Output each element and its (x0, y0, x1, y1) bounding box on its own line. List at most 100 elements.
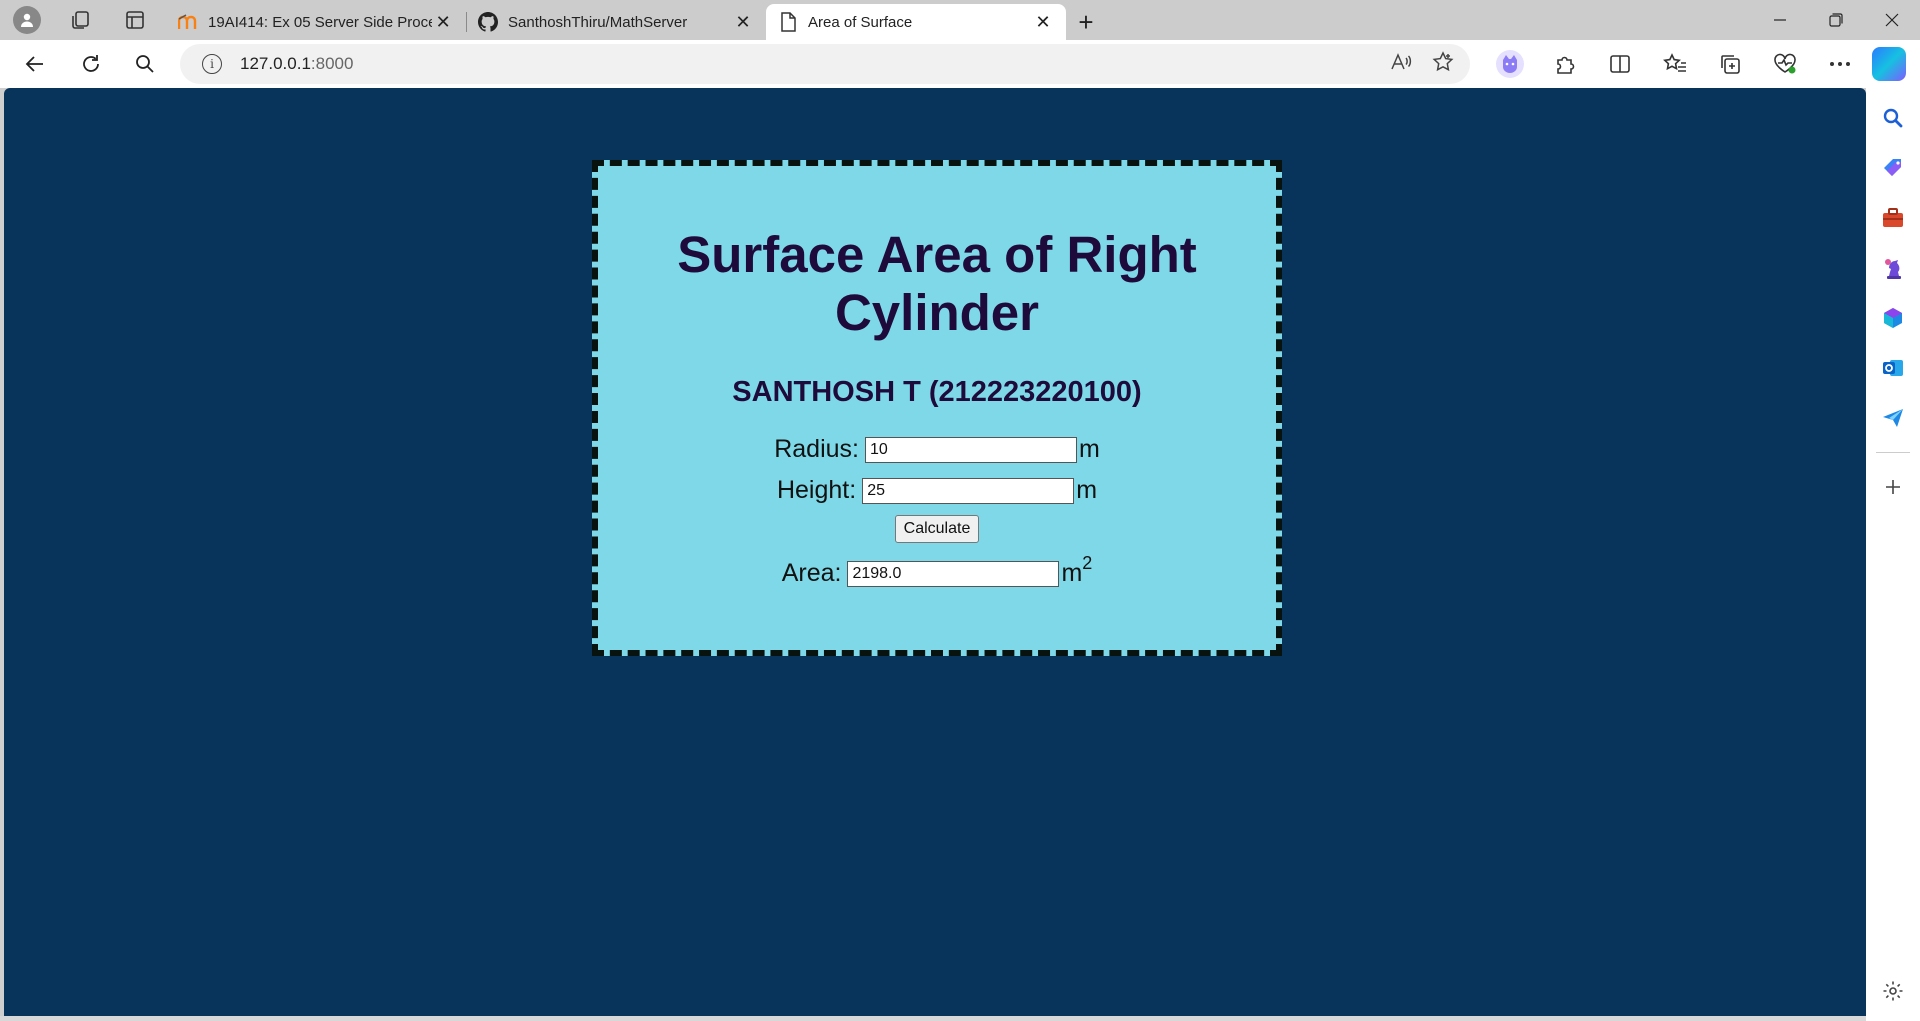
extension-avatar-button[interactable] (1482, 44, 1537, 84)
tab-title: Area of Surface (808, 13, 913, 31)
profile-icon (13, 6, 41, 34)
sidebar-add-button[interactable] (1873, 467, 1913, 507)
radius-unit: m (1078, 435, 1100, 463)
shopping-tag-icon (1884, 159, 1901, 176)
area-unit-base: m (1061, 559, 1083, 587)
area-unit: m2 (1061, 553, 1092, 588)
student-name: SANTHOSH T (212223220100) (732, 376, 1142, 408)
site-info-icon[interactable]: i (202, 54, 222, 74)
search-button[interactable] (122, 44, 168, 84)
chess-piece-icon (1885, 259, 1901, 279)
height-input[interactable] (862, 477, 1075, 504)
back-button[interactable] (12, 44, 58, 84)
sidebar-outlook-button[interactable] (1873, 348, 1913, 388)
microsoft365-icon (1884, 308, 1902, 328)
minimize-button[interactable] (1752, 0, 1808, 40)
close-icon[interactable]: ✕ (732, 11, 754, 33)
url-port: :8000 (310, 54, 354, 73)
back-arrow-icon (25, 56, 43, 72)
area-row: Area: m2 (598, 553, 1276, 588)
workspaces-icon (72, 11, 89, 29)
profile-button[interactable] (8, 1, 46, 39)
edge-sidebar (1866, 88, 1920, 1021)
toolbox-icon (1883, 208, 1903, 227)
collections-icon (1720, 55, 1740, 74)
area-label: Area: (781, 559, 842, 587)
cat-avatar-icon (1495, 50, 1524, 78)
url-text[interactable]: 127.0.0.1:8000 (240, 54, 353, 74)
browser-toolbar: i 127.0.0.1:8000 (0, 40, 1920, 88)
calculate-button[interactable]: Calculate (894, 515, 980, 543)
search-icon (136, 55, 154, 73)
tab-title: 19AI414: Ex 05 Server Side Proce (208, 13, 433, 31)
search-icon (1883, 108, 1903, 128)
window-bottom-edge (0, 1016, 1866, 1021)
read-aloud-icon (1391, 52, 1412, 69)
split-screen-icon (1609, 55, 1630, 73)
favorites-list-icon (1662, 53, 1686, 72)
refresh-icon (83, 55, 99, 72)
minimize-icon (1774, 19, 1786, 21)
height-row: Height: m (598, 476, 1276, 505)
tab-strip-leading-controls (0, 0, 154, 40)
restore-icon (1829, 13, 1843, 27)
close-icon[interactable]: ✕ (1032, 11, 1054, 33)
toolbar-icons (1482, 44, 1867, 84)
heart-pulse-icon (1773, 53, 1796, 74)
tab-github[interactable]: SanthoshThiru/MathServer ✕ (466, 4, 766, 40)
radius-input[interactable] (864, 436, 1077, 463)
sidebar-games-button[interactable] (1873, 248, 1913, 288)
moodle-icon (178, 12, 198, 32)
browser-tab-strip: 19AI414: Ex 05 Server Side Proce ✕ Santh… (0, 0, 1920, 40)
address-bar[interactable]: i 127.0.0.1:8000 (180, 44, 1470, 84)
tab-title: SanthoshThiru/MathServer (508, 13, 688, 31)
sidebar-search-button[interactable] (1873, 98, 1913, 138)
sidebar-tools-button[interactable] (1873, 198, 1913, 238)
sidebar-drop-button[interactable] (1873, 398, 1913, 438)
sidebar-shopping-button[interactable] (1873, 148, 1913, 188)
address-bar-actions (1390, 44, 1454, 84)
browser-essentials-button[interactable] (1757, 44, 1812, 84)
new-tab-button[interactable]: + (1066, 4, 1106, 40)
plus-icon: + (1078, 6, 1094, 37)
sidebar-settings-button[interactable] (1873, 971, 1913, 1011)
puzzle-icon (1556, 56, 1574, 74)
page-title: Surface Area of Right Cylinder (677, 226, 1197, 341)
paper-plane-icon (1883, 409, 1903, 427)
plus-icon (1886, 480, 1900, 494)
read-aloud-button[interactable] (1390, 52, 1412, 77)
url-host: 127.0.0.1 (240, 54, 311, 73)
tab-area-of-surface[interactable]: Area of Surface ✕ (766, 4, 1066, 40)
github-icon (478, 12, 498, 32)
radius-label: Radius: (774, 435, 859, 463)
split-screen-button[interactable] (1592, 44, 1647, 84)
radius-row: Radius: m (598, 435, 1276, 464)
close-window-button[interactable] (1864, 0, 1920, 40)
favorite-button[interactable] (1432, 50, 1454, 78)
star-icon (1432, 50, 1454, 71)
calculator-card: Surface Area of Right Cylinder SANTHOSH … (592, 160, 1282, 656)
copilot-icon[interactable] (1872, 47, 1906, 81)
refresh-button[interactable] (68, 44, 114, 84)
settings-more-button[interactable] (1812, 44, 1867, 84)
favorites-button[interactable] (1647, 44, 1702, 84)
vertical-tabs-button[interactable] (116, 1, 154, 39)
workspaces-button[interactable] (62, 1, 100, 39)
height-label: Height: (776, 476, 857, 504)
window-controls (1752, 0, 1920, 40)
close-icon (1885, 13, 1899, 27)
area-output[interactable] (847, 560, 1060, 587)
collections-button[interactable] (1702, 44, 1757, 84)
gear-icon (1883, 981, 1903, 1001)
tab-moodle[interactable]: 19AI414: Ex 05 Server Side Proce ✕ (166, 4, 466, 40)
sidebar-m365-button[interactable] (1873, 298, 1913, 338)
restore-button[interactable] (1808, 0, 1864, 40)
extensions-button[interactable] (1537, 44, 1592, 84)
tab-list: 19AI414: Ex 05 Server Side Proce ✕ Santh… (166, 0, 1106, 40)
page-icon (778, 12, 798, 32)
area-unit-exponent: 2 (1082, 553, 1093, 573)
height-unit: m (1076, 476, 1098, 504)
more-dots-icon (1829, 62, 1850, 66)
close-icon[interactable]: ✕ (432, 11, 454, 33)
tab-actions-icon (126, 11, 144, 29)
